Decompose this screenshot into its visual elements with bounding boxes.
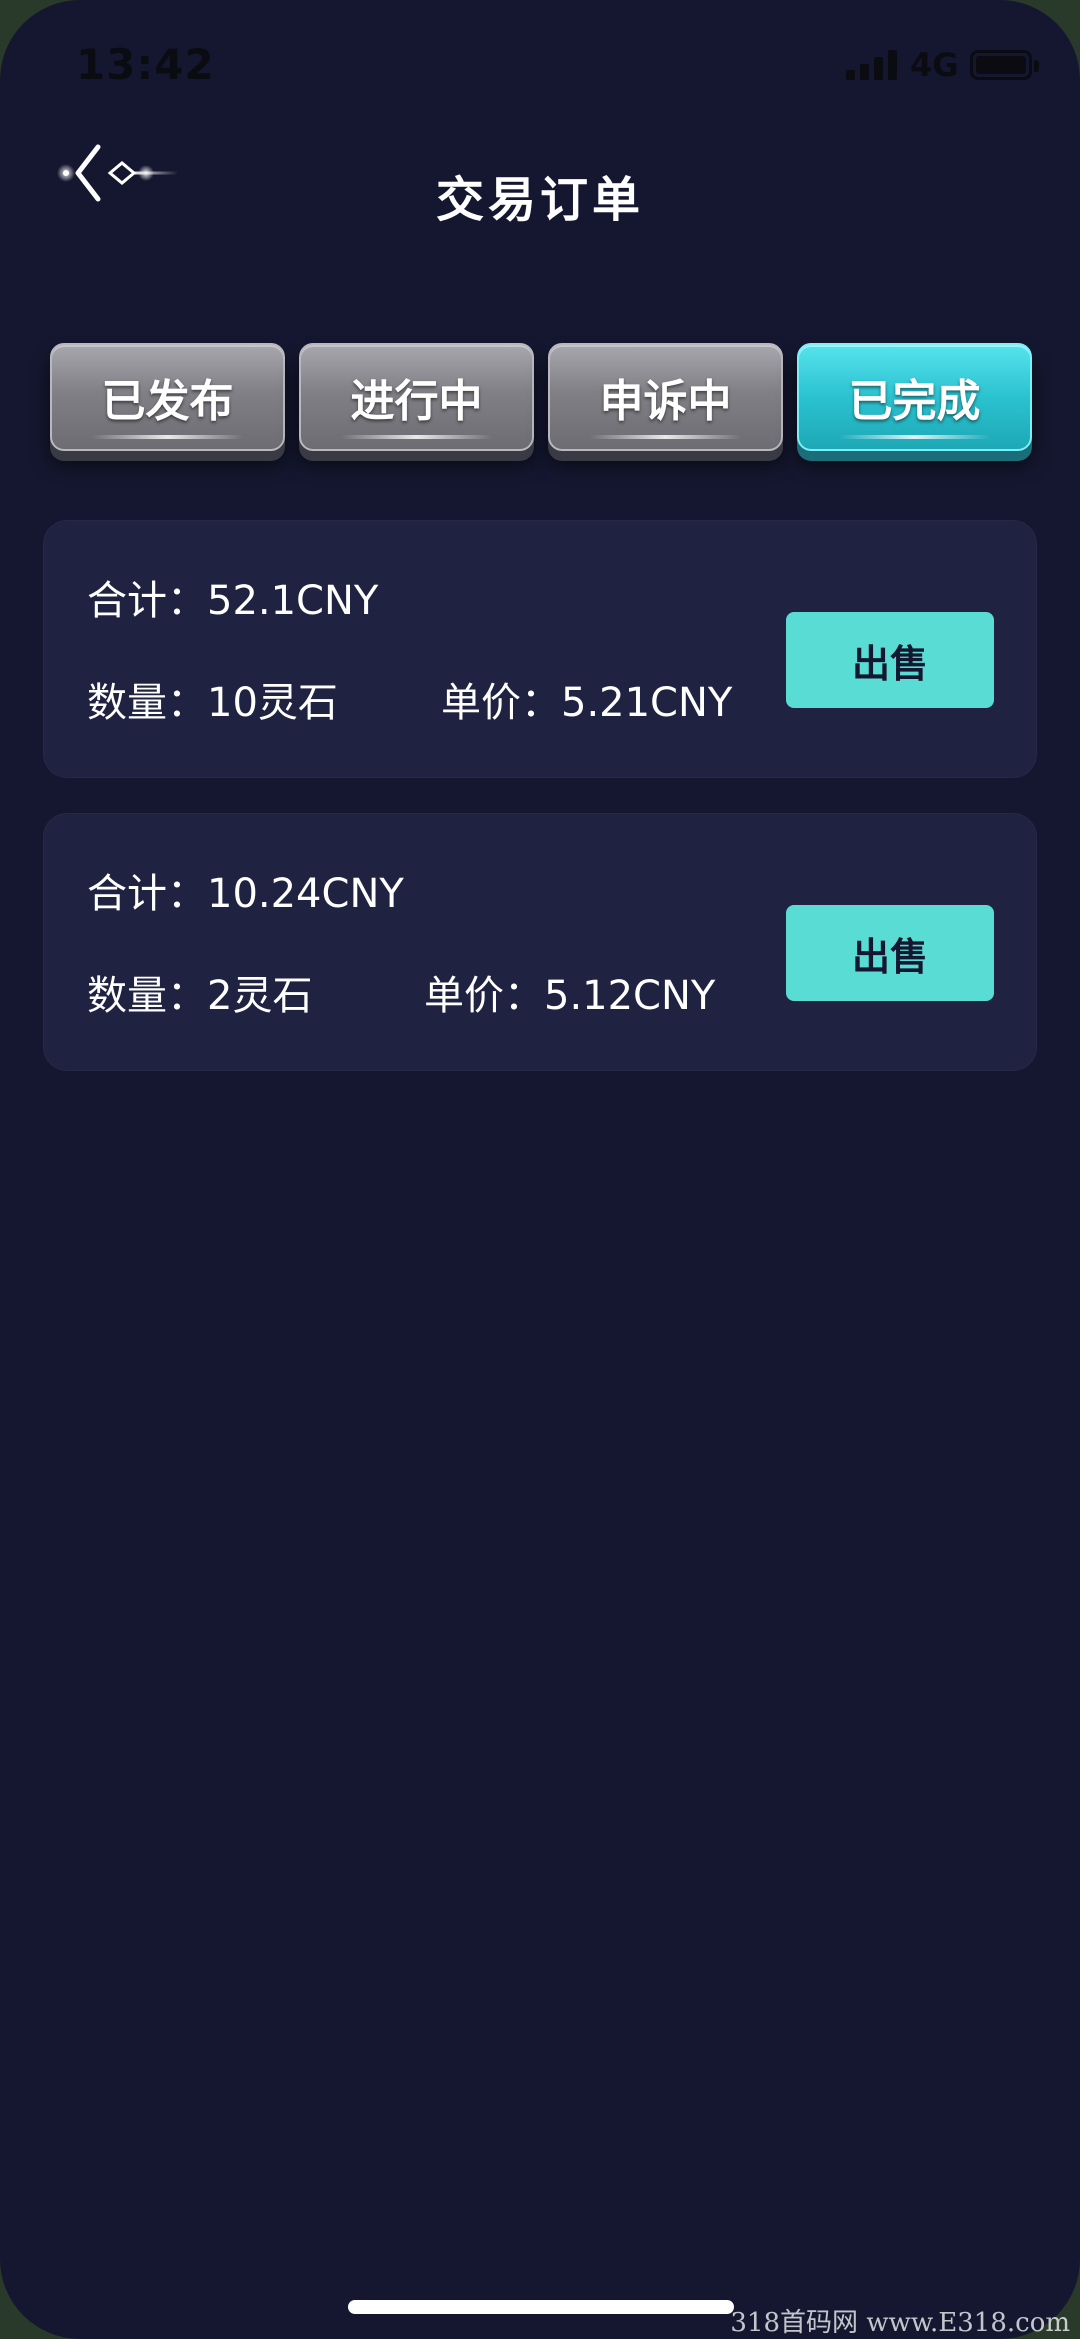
network-type-label: 4G <box>910 46 959 84</box>
order-status-tabs: 已发布 进行中 申诉中 已完成 <box>50 343 1032 468</box>
sell-button[interactable]: 出售 <box>786 905 994 1001</box>
order-card: 合计：10.24CNY 数量：2灵石 单价：5.12CNY 出售 <box>43 813 1037 1071</box>
tab-completed[interactable]: 已完成 <box>797 343 1032 451</box>
status-bar: 13:42 4G <box>0 0 1080 130</box>
watermark-text: 318首码网 www.E318.com <box>730 2308 1070 2338</box>
app-screen: 13:42 4G 交易订单 已发布 进行中 申诉中 已完成 合计：52.1CNY… <box>0 0 1080 2339</box>
order-quantity: 数量：10灵石 <box>87 680 338 726</box>
status-time: 13:42 <box>76 40 215 89</box>
order-unit-price: 单价：5.12CNY <box>424 973 716 1019</box>
tab-in-appeal[interactable]: 申诉中 <box>548 343 783 451</box>
tab-published[interactable]: 已发布 <box>50 343 285 451</box>
page-title: 交易订单 <box>435 172 644 228</box>
order-unit-price: 单价：5.21CNY <box>441 680 733 726</box>
sell-button[interactable]: 出售 <box>786 612 994 708</box>
home-indicator[interactable] <box>348 2300 734 2314</box>
order-card: 合计：52.1CNY 数量：10灵石 单价：5.21CNY 出售 <box>43 520 1037 778</box>
order-quantity: 数量：2灵石 <box>87 973 313 1019</box>
order-total: 合计：10.24CNY <box>87 871 404 917</box>
tab-in-progress[interactable]: 进行中 <box>299 343 534 451</box>
battery-tip <box>1034 60 1039 72</box>
order-total: 合计：52.1CNY <box>87 578 379 624</box>
battery-icon <box>970 50 1032 80</box>
signal-bars-icon <box>846 48 898 80</box>
